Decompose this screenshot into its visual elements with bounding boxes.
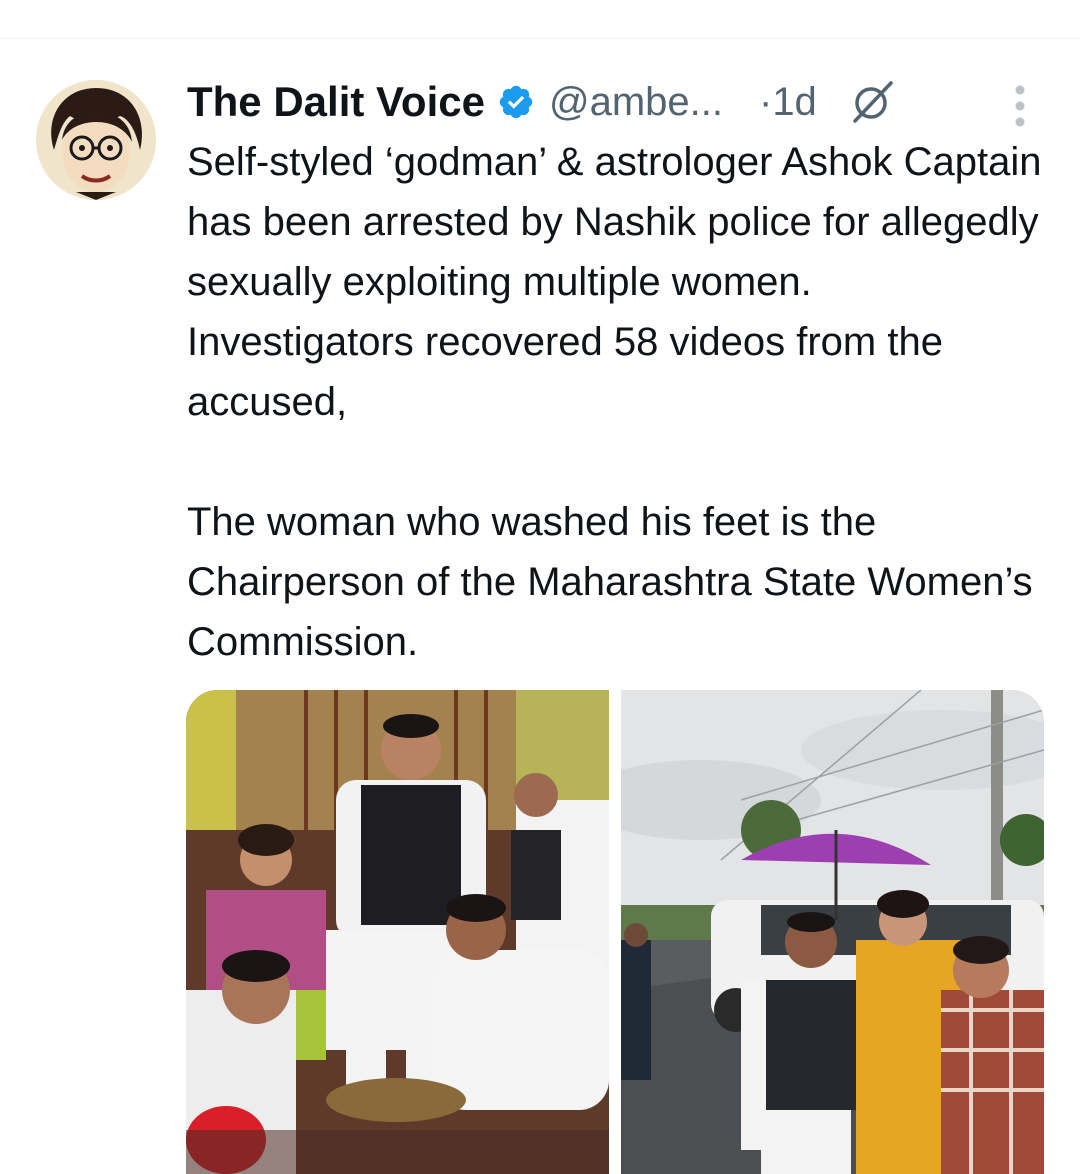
photo-foot-washing-ceremony bbox=[186, 690, 609, 1174]
tweet-header: The Dalit Voice @ambe... · 1d bbox=[187, 74, 897, 130]
author-handle[interactable]: @ambe... bbox=[549, 80, 723, 125]
media-photo-2[interactable] bbox=[621, 690, 1044, 1174]
grok-icon[interactable] bbox=[847, 77, 897, 127]
photo-roadside-umbrella-scene bbox=[621, 690, 1044, 1174]
tweet-text: Self-styled ‘godman’ & astrologer Ashok … bbox=[187, 140, 1042, 664]
verified-badge-icon bbox=[497, 83, 535, 121]
timestamp[interactable]: 1d bbox=[772, 80, 817, 125]
media-photo-1[interactable] bbox=[186, 690, 609, 1174]
author-avatar[interactable] bbox=[36, 80, 156, 200]
separator-dot: · bbox=[758, 79, 773, 124]
portrait-sketch-avatar bbox=[36, 80, 156, 200]
author-display-name[interactable]: The Dalit Voice bbox=[187, 78, 485, 126]
more-options-icon[interactable] bbox=[1006, 84, 1034, 128]
top-divider bbox=[0, 38, 1080, 39]
